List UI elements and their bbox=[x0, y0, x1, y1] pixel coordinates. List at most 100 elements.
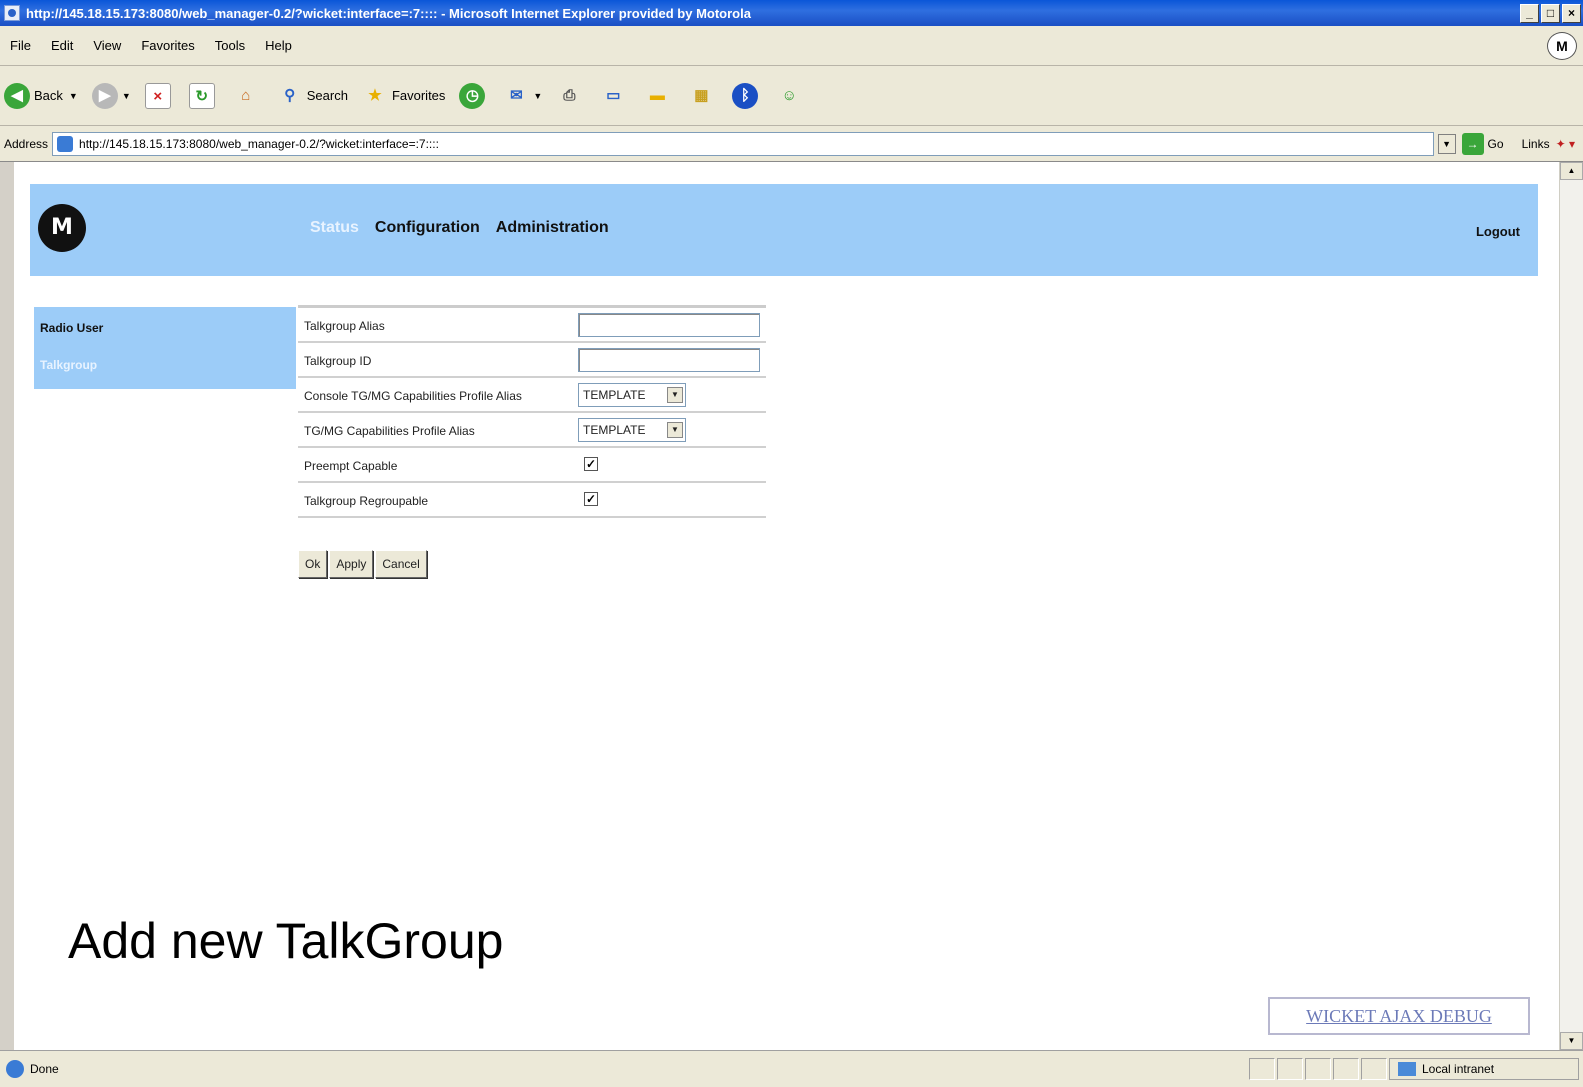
stop-button[interactable]: × bbox=[144, 82, 175, 109]
talkgroup-id-input[interactable] bbox=[578, 348, 760, 372]
go-button[interactable]: → Go bbox=[1461, 132, 1504, 155]
menu-bar: File Edit View Favorites Tools Help M bbox=[0, 26, 1583, 66]
links-button[interactable]: Links bbox=[1522, 137, 1550, 151]
forward-button[interactable]: ▶ ▼ bbox=[91, 82, 131, 109]
intranet-icon bbox=[1398, 1062, 1416, 1076]
slide-caption: Add new TalkGroup bbox=[68, 913, 504, 969]
window-left-edge bbox=[0, 162, 14, 1050]
bluetooth-icon: ᛒ bbox=[732, 82, 759, 109]
edit-button[interactable]: ▭ bbox=[600, 83, 630, 109]
window-title-bar: http://145.18.15.173:8080/web_manager-0.… bbox=[0, 0, 1583, 26]
nav-administration[interactable]: Administration bbox=[496, 219, 609, 237]
main-nav: Status Configuration Administration bbox=[310, 219, 609, 237]
menu-favorites[interactable]: Favorites bbox=[131, 38, 204, 53]
chevron-down-icon[interactable]: ▼ bbox=[667, 422, 683, 438]
sidebar-item-radio-user[interactable]: Radio User bbox=[40, 321, 103, 335]
mail-dropdown-icon[interactable]: ▼ bbox=[533, 91, 542, 101]
address-url: http://145.18.15.173:8080/web_manager-0.… bbox=[79, 136, 439, 151]
close-button[interactable]: × bbox=[1562, 3, 1581, 23]
field-label: TG/MG Capabilities Profile Alias bbox=[304, 424, 475, 438]
forward-arrow-icon: ▶ bbox=[91, 82, 118, 109]
wicket-ajax-debug-link[interactable]: WICKET AJAX DEBUG bbox=[1268, 997, 1530, 1035]
messenger-button[interactable]: ☺ bbox=[776, 83, 806, 109]
address-bar: Address http://145.18.15.173:8080/web_ma… bbox=[0, 126, 1583, 162]
print-icon: ⎙ bbox=[563, 86, 576, 104]
back-arrow-icon: ◀ bbox=[4, 82, 30, 109]
form-row-talkgroup-alias: Talkgroup Alias bbox=[298, 308, 766, 343]
maximize-button[interactable]: □ bbox=[1541, 3, 1560, 23]
apply-button[interactable]: Apply bbox=[329, 550, 374, 578]
back-dropdown-icon[interactable]: ▼ bbox=[69, 91, 78, 101]
vertical-scrollbar[interactable]: ▲ ▼ bbox=[1559, 162, 1583, 1050]
form-row-talkgroup-id: Talkgroup ID bbox=[298, 343, 766, 378]
go-label: Go bbox=[1487, 136, 1504, 151]
form-buttons: Ok Apply Cancel bbox=[298, 550, 427, 578]
form-row-tgmg-profile: TG/MG Capabilities Profile Alias TEMPLAT… bbox=[298, 413, 766, 448]
select-value: TEMPLATE bbox=[583, 388, 646, 402]
status-pane bbox=[1305, 1058, 1331, 1080]
folder-button[interactable]: ▬ bbox=[644, 83, 674, 109]
menu-edit[interactable]: Edit bbox=[41, 38, 83, 53]
menu-file[interactable]: File bbox=[0, 38, 41, 53]
talkgroup-form: Talkgroup Alias Talkgroup ID Console TG/… bbox=[298, 305, 766, 518]
app-header: M Status Configuration Administration Lo… bbox=[30, 184, 1538, 276]
address-dropdown-icon[interactable]: ▼ bbox=[1437, 133, 1456, 154]
tgmg-profile-select[interactable]: TEMPLATE ▼ bbox=[578, 418, 686, 442]
history-button[interactable]: ◷ bbox=[459, 82, 489, 109]
research-button[interactable]: ▦ bbox=[688, 83, 718, 109]
address-input[interactable]: http://145.18.15.173:8080/web_manager-0.… bbox=[52, 131, 1434, 156]
status-text: Done bbox=[30, 1062, 59, 1076]
favorites-button[interactable]: ★ Favorites bbox=[362, 83, 445, 109]
field-label: Talkgroup ID bbox=[304, 354, 372, 368]
status-bar: Done Local intranet bbox=[0, 1050, 1583, 1087]
bluetooth-button[interactable]: ᛒ bbox=[732, 82, 762, 109]
console-profile-select[interactable]: TEMPLATE ▼ bbox=[578, 383, 686, 407]
nav-configuration[interactable]: Configuration bbox=[375, 219, 480, 237]
talkgroup-alias-input[interactable] bbox=[578, 313, 760, 337]
menu-view[interactable]: View bbox=[83, 38, 131, 53]
field-label: Talkgroup Alias bbox=[304, 319, 385, 333]
status-pane bbox=[1361, 1058, 1387, 1080]
status-pane bbox=[1277, 1058, 1303, 1080]
mail-icon: ✉ bbox=[510, 86, 523, 104]
search-button[interactable]: ⚲ Search bbox=[277, 83, 348, 109]
forward-dropdown-icon[interactable]: ▼ bbox=[122, 91, 131, 101]
print-button[interactable]: ⎙ bbox=[556, 83, 586, 109]
sidebar: Radio User Talkgroup bbox=[34, 307, 296, 389]
ie-status-icon bbox=[6, 1060, 24, 1078]
home-icon: ⌂ bbox=[241, 86, 251, 104]
regroupable-checkbox[interactable]: ✓ bbox=[584, 492, 598, 506]
field-label: Console TG/MG Capabilities Profile Alias bbox=[304, 389, 522, 403]
field-label: Talkgroup Regroupable bbox=[304, 494, 429, 508]
ok-button[interactable]: Ok bbox=[298, 550, 328, 578]
links-extension-icon[interactable]: ✦ ▾ bbox=[1556, 137, 1575, 151]
minimize-button[interactable]: _ bbox=[1520, 3, 1539, 23]
mail-button[interactable]: ✉ ▼ bbox=[503, 83, 542, 109]
scroll-down-icon[interactable]: ▼ bbox=[1560, 1032, 1583, 1050]
cancel-button[interactable]: Cancel bbox=[375, 550, 427, 578]
menu-help[interactable]: Help bbox=[255, 38, 302, 53]
back-label: Back bbox=[34, 88, 63, 103]
refresh-icon: ↻ bbox=[188, 82, 215, 109]
chevron-down-icon[interactable]: ▼ bbox=[667, 387, 683, 403]
back-button[interactable]: ◀ Back ▼ bbox=[4, 82, 78, 109]
nav-status[interactable]: Status bbox=[310, 219, 359, 237]
refresh-button[interactable]: ↻ bbox=[188, 82, 219, 109]
menu-tools[interactable]: Tools bbox=[205, 38, 255, 53]
logout-link[interactable]: Logout bbox=[1476, 224, 1520, 239]
stop-icon: × bbox=[144, 82, 171, 109]
field-label: Preempt Capable bbox=[304, 459, 398, 473]
home-button[interactable]: ⌂ bbox=[233, 83, 263, 109]
motorola-logo-icon: M bbox=[1547, 32, 1577, 60]
page-icon bbox=[57, 135, 74, 152]
scroll-up-icon[interactable]: ▲ bbox=[1560, 162, 1583, 180]
status-pane bbox=[1333, 1058, 1359, 1080]
status-pane bbox=[1249, 1058, 1275, 1080]
select-value: TEMPLATE bbox=[583, 423, 646, 437]
search-label: Search bbox=[306, 88, 348, 103]
preempt-capable-checkbox[interactable]: ✓ bbox=[584, 457, 598, 471]
window-title: http://145.18.15.173:8080/web_manager-0.… bbox=[26, 5, 751, 21]
sidebar-item-talkgroup[interactable]: Talkgroup bbox=[40, 358, 97, 372]
research-icon: ▦ bbox=[694, 86, 709, 104]
form-row-regroupable: Talkgroup Regroupable ✓ bbox=[298, 483, 766, 518]
